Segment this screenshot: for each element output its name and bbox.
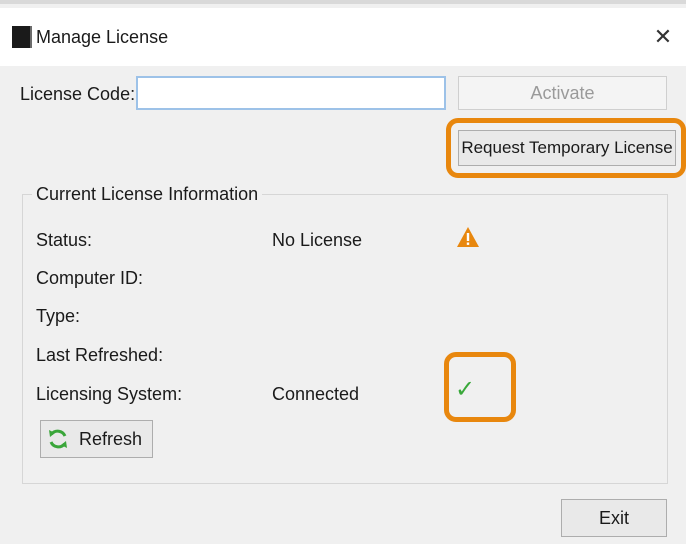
licensing-system-value: Connected xyxy=(272,384,360,404)
licensing-system-label: Licensing System: xyxy=(36,384,183,404)
computer-id-label: Computer ID: xyxy=(36,268,144,288)
refresh-label: Refresh xyxy=(79,429,143,449)
check-icon: ✓ xyxy=(455,376,476,403)
title-bar: Manage License ✕ xyxy=(0,8,686,66)
window-title: Manage License xyxy=(36,27,169,47)
status-label: Status: xyxy=(36,230,93,250)
license-code-input[interactable] xyxy=(136,76,446,110)
last-refreshed-label: Last Refreshed: xyxy=(36,345,164,365)
warning-icon xyxy=(457,227,479,247)
refresh-icon xyxy=(49,429,67,449)
status-value: No License xyxy=(272,230,363,250)
refresh-button[interactable]: Refresh xyxy=(40,420,153,458)
app-icon xyxy=(12,26,32,48)
license-code-label: License Code: xyxy=(20,84,136,104)
request-temporary-license-button[interactable]: Request Temporary License xyxy=(458,130,676,166)
activate-button[interactable]: Activate xyxy=(458,76,667,110)
current-license-group-title: Current License Information xyxy=(32,184,263,205)
manage-license-dialog: Manage License ✕ License Code: Activate … xyxy=(0,0,686,544)
exit-button[interactable]: Exit xyxy=(561,499,667,537)
type-label: Type: xyxy=(36,306,81,326)
close-button[interactable]: ✕ xyxy=(648,22,678,52)
